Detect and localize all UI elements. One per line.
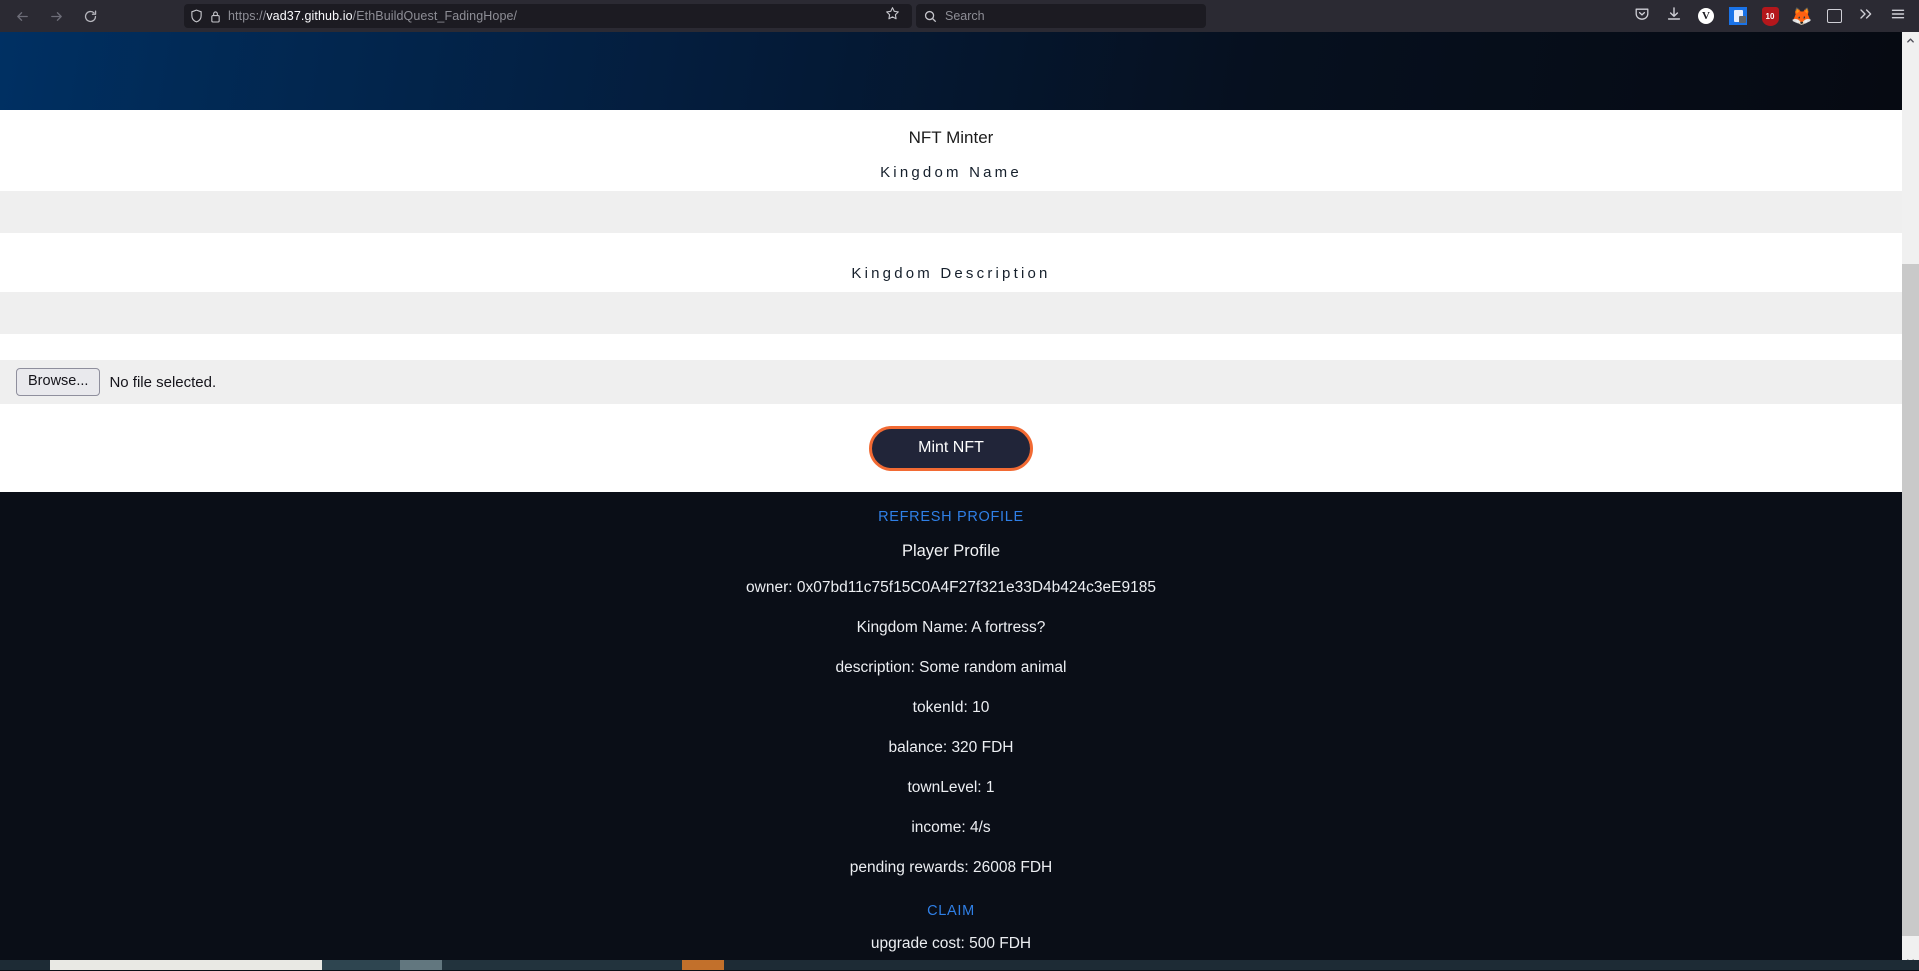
taskbar-window-active[interactable] (50, 960, 322, 970)
extension-blue-icon (1729, 7, 1747, 25)
reload-icon (83, 9, 98, 24)
tracking-protection-shield-icon[interactable] (190, 9, 203, 23)
search-icon (924, 10, 937, 23)
taskbar-window-2[interactable] (322, 960, 400, 970)
profile-spacer (0, 888, 1902, 898)
scroll-up-button[interactable] (1902, 32, 1919, 49)
taskbar-window-3[interactable] (400, 960, 442, 970)
profile-row-token-id: tokenId: 10 (0, 688, 1902, 728)
field-spacer-2 (0, 334, 1902, 360)
profile-row-owner: owner: 0x07bd11c75f15C0A4F27f321e33D4b42… (0, 568, 1902, 608)
lock-icon[interactable] (210, 10, 221, 23)
kingdom-description-label: Kingdom Description (0, 259, 1902, 292)
extension-blue-button[interactable] (1723, 2, 1753, 30)
back-arrow-icon (15, 9, 30, 24)
star-bookmark-icon (885, 6, 900, 26)
profile-row-town-level: townLevel: 1 (0, 768, 1902, 808)
field-spacer (0, 233, 1902, 259)
back-button[interactable] (6, 2, 38, 30)
container-tabs-button[interactable] (1819, 2, 1849, 30)
taskbar-window-highlight[interactable] (682, 960, 724, 970)
address-bar[interactable]: https://vad37.github.io/EthBuildQuest_Fa… (184, 4, 912, 28)
profile-row-pending-rewards: pending rewards: 26008 FDH (0, 848, 1902, 888)
metamask-button[interactable]: 🦊 (1787, 2, 1817, 30)
profile-row-income: income: 4/s (0, 808, 1902, 848)
taskbar-window-4[interactable] (442, 960, 682, 970)
refresh-profile-link[interactable]: REFRESH PROFILE (0, 504, 1902, 530)
scroll-up-arrow-icon (1906, 32, 1915, 50)
scrollbar-thumb[interactable] (1902, 264, 1919, 936)
search-placeholder: Search (945, 9, 985, 23)
search-bar[interactable]: Search (916, 4, 1206, 28)
url-host: vad37.github.io (266, 9, 352, 23)
browse-button[interactable]: Browse... (16, 368, 100, 395)
metamask-fox-icon: 🦊 (1791, 8, 1812, 25)
url-path: /EthBuildQuest_FadingHope/ (353, 9, 518, 23)
bookmark-button[interactable] (880, 4, 904, 28)
application-menu-icon (1890, 6, 1906, 27)
web-page: NFT Minter Kingdom Name Kingdom Descript… (0, 32, 1902, 970)
profile-row-upgrade-cost: upgrade cost: 500 FDH (0, 924, 1902, 964)
profile-row-balance: balance: 320 FDH (0, 728, 1902, 768)
forward-arrow-icon (49, 9, 64, 24)
mint-button-row: Mint NFT (0, 404, 1902, 488)
file-status-text: No file selected. (109, 374, 216, 391)
profile-row-kingdom-name: Kingdom Name: A fortress? (0, 608, 1902, 648)
extension-v-icon: V (1698, 8, 1714, 24)
page-title: NFT Minter (0, 124, 1902, 158)
kingdom-description-input[interactable] (0, 292, 1902, 334)
profile-row-description: description: Some random animal (0, 648, 1902, 688)
pocket-icon (1634, 6, 1650, 27)
browser-toolbar: https://vad37.github.io/EthBuildQuest_Fa… (0, 0, 1919, 32)
os-taskbar[interactable] (0, 960, 1919, 970)
forward-button[interactable] (40, 2, 72, 30)
file-upload-row[interactable]: Browse... No file selected. (0, 360, 1902, 404)
pocket-button[interactable] (1627, 2, 1657, 30)
extension-shield-button[interactable]: 10 (1755, 2, 1785, 30)
profile-heading: Player Profile (0, 530, 1902, 568)
mint-nft-button[interactable]: Mint NFT (869, 426, 1033, 471)
extension-shield-icon: 10 (1762, 7, 1779, 26)
container-tabs-icon (1827, 9, 1842, 23)
overflow-menu-button[interactable] (1851, 2, 1881, 30)
page-viewport: NFT Minter Kingdom Name Kingdom Descript… (0, 32, 1919, 970)
claim-link[interactable]: CLAIM (0, 898, 1902, 924)
downloads-icon (1666, 6, 1682, 27)
hero-banner (0, 32, 1902, 110)
extension-v-button[interactable]: V (1691, 2, 1721, 30)
url-text: https://vad37.github.io/EthBuildQuest_Fa… (228, 9, 906, 23)
player-profile-section: REFRESH PROFILE Player Profile owner: 0x… (0, 492, 1902, 970)
kingdom-name-label: Kingdom Name (0, 158, 1902, 191)
taskbar-window-5[interactable] (724, 960, 1919, 970)
application-menu-button[interactable] (1883, 2, 1913, 30)
navigation-buttons (0, 2, 106, 30)
nft-minter-section: NFT Minter Kingdom Name Kingdom Descript… (0, 110, 1902, 492)
kingdom-name-input[interactable] (0, 191, 1902, 233)
reload-button[interactable] (74, 2, 106, 30)
downloads-button[interactable] (1659, 2, 1689, 30)
page-scrollbar[interactable] (1902, 32, 1919, 970)
toolbar-extension-icons: V 10 🦊 (1627, 2, 1913, 30)
overflow-chevrons-icon (1858, 6, 1874, 27)
